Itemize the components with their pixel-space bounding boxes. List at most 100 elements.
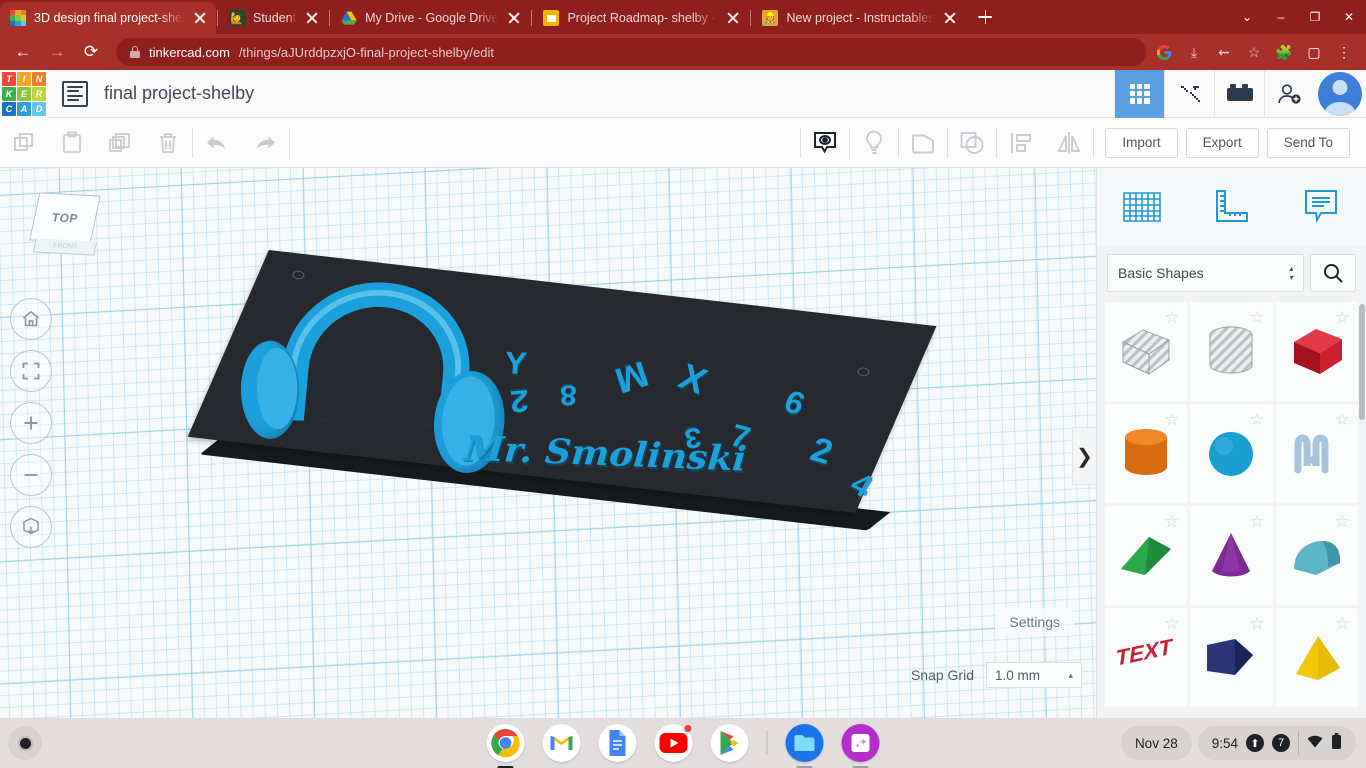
address-bar[interactable]: tinkercad.com/things/aJUrddpzxjO-final-p…	[116, 38, 1146, 66]
browser-tab-1[interactable]: 🙋 Student	[219, 2, 328, 34]
favorite-star-icon[interactable]: ☆	[1335, 512, 1350, 532]
snap-grid-select[interactable]: 1.0 mm ▴	[986, 662, 1082, 688]
forward-button[interactable]: →	[42, 37, 72, 67]
delete-icon[interactable]	[144, 118, 192, 168]
view-cube-top-face[interactable]: TOP	[29, 192, 101, 243]
panel-scrollbar[interactable]	[1359, 304, 1365, 420]
group-icon[interactable]	[899, 118, 947, 168]
browser-tab-4[interactable]: 👷 New project - Instructables	[752, 2, 966, 34]
settings-button[interactable]: Settings	[995, 608, 1074, 636]
side-panel-icon[interactable]: ▢	[1300, 38, 1328, 66]
workplane-grid-icon[interactable]	[1110, 179, 1174, 235]
design-canvas[interactable]: TOP FRONT	[0, 168, 1096, 718]
browser-tab-3[interactable]: Project Roadmap- shelby - Goo	[533, 2, 749, 34]
favorite-star-icon[interactable]: ☆	[1335, 308, 1350, 328]
gallery-app-icon[interactable]	[842, 724, 880, 762]
favorite-star-icon[interactable]: ☆	[1249, 512, 1264, 532]
search-icon[interactable]	[1310, 254, 1356, 292]
tab-close-icon[interactable]	[725, 10, 741, 26]
blocks-brick-icon[interactable]	[1214, 70, 1264, 118]
date-display[interactable]: Nov 28	[1121, 726, 1192, 760]
youtube-app-icon[interactable]	[655, 724, 693, 762]
hole-cylinder-shape[interactable]: ☆	[1190, 302, 1272, 401]
blue-sphere-shape[interactable]: ☆	[1190, 404, 1272, 503]
3d-design-icon[interactable]	[1114, 70, 1164, 118]
tab-close-icon[interactable]	[192, 10, 208, 26]
minimize-button[interactable]: –	[1264, 4, 1298, 30]
page-title[interactable]: final project-shelby	[104, 83, 254, 104]
chrome-app-icon[interactable]	[487, 724, 525, 762]
home-view-icon[interactable]	[10, 298, 52, 340]
favorite-star-icon[interactable]: ☆	[1164, 614, 1179, 634]
redo-icon[interactable]	[241, 118, 289, 168]
browser-tab-0[interactable]: 3D design final project-shelby	[0, 2, 216, 34]
notes-icon[interactable]	[1289, 179, 1353, 235]
back-button[interactable]: ←	[8, 37, 38, 67]
close-window-button[interactable]: ✕	[1332, 4, 1366, 30]
paste-icon[interactable]	[48, 118, 96, 168]
extensions-icon[interactable]: 🧩	[1270, 38, 1298, 66]
favorite-star-icon[interactable]: ☆	[1249, 614, 1264, 634]
export-button[interactable]: Export	[1186, 128, 1259, 158]
gmail-app-icon[interactable]	[543, 724, 581, 762]
tab-close-icon[interactable]	[304, 10, 320, 26]
favorite-star-icon[interactable]: ☆	[1249, 410, 1264, 430]
ungroup-icon[interactable]	[948, 118, 996, 168]
show-hide-icon[interactable]	[801, 118, 849, 168]
hole-box-shape[interactable]: ☆	[1105, 302, 1187, 401]
red-box-shape[interactable]: ☆	[1276, 302, 1358, 401]
bookmark-star-icon[interactable]: ☆	[1240, 38, 1268, 66]
note-lightbulb-icon[interactable]	[850, 118, 898, 168]
ruler-icon[interactable]	[1199, 179, 1263, 235]
copy-icon[interactable]	[0, 118, 48, 168]
zoom-in-icon[interactable]	[10, 402, 52, 444]
tab-search-chevron-icon[interactable]: ⌄	[1230, 4, 1264, 30]
view-cube-front-face[interactable]: FRONT	[33, 238, 97, 255]
align-icon[interactable]	[997, 118, 1045, 168]
project-list-icon[interactable]	[62, 81, 88, 107]
maximize-button[interactable]: ❐	[1298, 4, 1332, 30]
avatar[interactable]	[1318, 72, 1362, 116]
new-tab-button[interactable]	[972, 4, 998, 30]
shape-library-shelf[interactable]: ☆ ☆ ☆ ☆ ☆ ☆ ☆	[1097, 302, 1366, 722]
view-cube[interactable]: TOP FRONT	[28, 190, 102, 260]
chrome-menu-icon[interactable]: ⋮	[1330, 38, 1358, 66]
google-docs-app-icon[interactable]	[599, 724, 637, 762]
chromeos-launcher[interactable]	[8, 726, 42, 760]
share-icon[interactable]: ⇜	[1210, 38, 1238, 66]
browser-tab-2[interactable]: My Drive - Google Drive	[331, 2, 530, 34]
green-wedge-shape[interactable]: ☆	[1105, 506, 1187, 605]
duplicate-icon[interactable]	[96, 118, 144, 168]
play-store-app-icon[interactable]	[711, 724, 749, 762]
navy-polygon-shape[interactable]: ☆	[1190, 608, 1272, 707]
favorite-star-icon[interactable]: ☆	[1335, 410, 1350, 430]
minecraft-pickaxe-icon[interactable]	[1164, 70, 1214, 118]
orthographic-toggle-icon[interactable]	[10, 506, 52, 548]
panel-collapse-toggle[interactable]: ❯	[1072, 427, 1096, 485]
favorite-star-icon[interactable]: ☆	[1249, 308, 1264, 328]
yellow-pyramid-shape[interactable]: ☆	[1276, 608, 1358, 707]
favorite-star-icon[interactable]: ☆	[1164, 308, 1179, 328]
favorite-star-icon[interactable]: ☆	[1164, 410, 1179, 430]
red-text-shape[interactable]: ☆ TEXT	[1105, 608, 1187, 707]
mirror-icon[interactable]	[1045, 118, 1093, 168]
invite-person-icon[interactable]	[1264, 70, 1314, 118]
files-app-icon[interactable]	[786, 724, 824, 762]
send-to-button[interactable]: Send To	[1267, 128, 1350, 158]
shape-library-select[interactable]: Basic Shapes ▴▾	[1107, 254, 1304, 292]
install-app-icon[interactable]: ⤓	[1180, 38, 1208, 66]
tinkercad-logo-icon[interactable]: T I N K E R C A D	[0, 70, 48, 118]
status-tray[interactable]: 9:54 ⬆ 7	[1198, 726, 1356, 760]
purple-cone-shape[interactable]: ☆	[1190, 506, 1272, 605]
orange-cylinder-shape[interactable]: ☆	[1105, 404, 1187, 503]
fit-to-view-icon[interactable]	[10, 350, 52, 392]
favorite-star-icon[interactable]: ☆	[1335, 614, 1350, 634]
zoom-out-icon[interactable]	[10, 454, 52, 496]
google-icon[interactable]	[1150, 38, 1178, 66]
reload-button[interactable]: ⟳	[76, 37, 106, 67]
tab-close-icon[interactable]	[942, 10, 958, 26]
favorite-star-icon[interactable]: ☆	[1164, 512, 1179, 532]
undo-icon[interactable]	[193, 118, 241, 168]
tab-close-icon[interactable]	[506, 10, 522, 26]
import-button[interactable]: Import	[1105, 128, 1177, 158]
